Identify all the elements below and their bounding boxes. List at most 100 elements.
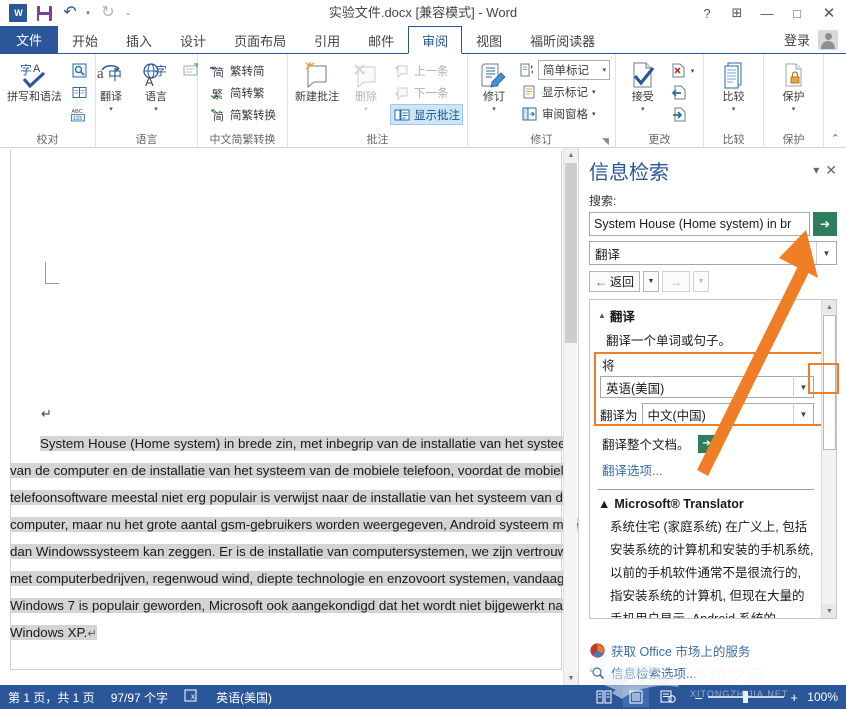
markup-display-combo[interactable]: 简单标记 ▾ xyxy=(538,60,610,80)
microsoft-translator-header[interactable]: ▲ Microsoft® Translator xyxy=(598,497,814,511)
translation-section-header[interactable]: ▲ 翻译 xyxy=(598,306,814,325)
maximize-button[interactable]: □ xyxy=(782,0,812,26)
search-input[interactable]: System House (Home system) in br xyxy=(589,212,810,236)
customize-qat-icon[interactable]: ⌄ xyxy=(122,2,136,24)
chevron-down-icon[interactable]: ▼ xyxy=(793,376,813,398)
back-button[interactable]: ← 返回 xyxy=(589,271,640,292)
to-language-select[interactable]: 中文(中国) ▼ xyxy=(642,403,814,425)
zoom-slider[interactable] xyxy=(708,690,784,704)
tab-view[interactable]: 视图 xyxy=(462,26,516,53)
next-comment-button[interactable]: 下一条 xyxy=(390,82,463,103)
chevron-down-icon[interactable]: ▼ xyxy=(816,242,836,264)
zoom-in-button[interactable]: + xyxy=(790,691,798,704)
previous-change-button[interactable] xyxy=(667,82,698,103)
forward-history-dropdown-icon[interactable]: ▼ xyxy=(693,271,709,292)
tab-foxit-reader[interactable]: 福昕阅读器 xyxy=(516,26,609,53)
track-changes-button[interactable]: 修订 ▾ xyxy=(473,59,515,118)
language-button[interactable]: A 字 语言 ▾ xyxy=(135,59,177,118)
simp-trad-convert-button[interactable]: 简 简繁转换 xyxy=(206,104,279,125)
help-button[interactable]: ? xyxy=(692,0,722,26)
tab-design[interactable]: 设计 xyxy=(166,26,220,53)
show-markup-dropdown-icon[interactable]: ▾ xyxy=(592,88,596,96)
word-count-button[interactable]: ABC 123 xyxy=(68,104,91,125)
tracking-dialog-launcher[interactable]: ◥ xyxy=(602,136,613,147)
language-indicator[interactable]: 英语(美国) xyxy=(216,689,272,706)
results-scroll-down-icon[interactable]: ▼ xyxy=(822,604,837,618)
task-pane-options-button[interactable]: ▾ xyxy=(813,163,819,177)
tab-page-layout[interactable]: 页面布局 xyxy=(220,26,300,53)
zoom-level-label[interactable]: 100% xyxy=(804,690,838,704)
track-changes-dropdown-icon[interactable]: ▾ xyxy=(492,103,496,116)
minimize-button[interactable]: — xyxy=(752,0,782,26)
ribbon-display-options-button[interactable]: ⊞ xyxy=(722,0,752,26)
show-markup-button[interactable]: 显示标记 ▾ xyxy=(518,81,610,102)
collapse-ribbon-button[interactable]: ⌃ xyxy=(831,132,840,145)
page-indicator[interactable]: 第 1 页，共 1 页 xyxy=(8,689,95,706)
collapse-triangle-icon[interactable]: ▲ xyxy=(598,311,606,320)
language-dropdown-icon[interactable]: ▾ xyxy=(154,103,158,116)
tab-insert[interactable]: 插入 xyxy=(112,26,166,53)
word-count-indicator[interactable]: 97/97 个字 xyxy=(111,689,168,706)
tab-references[interactable]: 引用 xyxy=(300,26,354,53)
traditional-to-simplified-button[interactable]: 简 繁转简 xyxy=(206,60,279,81)
scroll-down-icon[interactable]: ▼ xyxy=(564,671,578,685)
translation-options-link[interactable]: 翻译选项... xyxy=(602,460,662,479)
tab-mailings[interactable]: 邮件 xyxy=(354,26,408,53)
reviewing-pane-dropdown-icon[interactable]: ▾ xyxy=(592,110,596,118)
scroll-thumb[interactable] xyxy=(565,163,577,343)
collapse-triangle-icon[interactable]: ▲ xyxy=(598,497,610,511)
reject-button[interactable]: ▾ xyxy=(667,60,698,81)
save-icon[interactable] xyxy=(32,2,56,24)
start-search-button[interactable]: ➔ xyxy=(813,212,837,236)
proofing-status-icon[interactable]: x xyxy=(184,689,200,705)
delete-comment-dropdown-icon[interactable]: ▾ xyxy=(364,103,368,116)
research-button[interactable] xyxy=(68,60,91,81)
results-scroll-up-icon[interactable]: ▲ xyxy=(822,300,837,314)
tab-home[interactable]: 开始 xyxy=(58,26,112,53)
avatar[interactable] xyxy=(818,30,838,50)
office-market-row[interactable]: 获取 Office 市场上的服务 xyxy=(589,639,837,661)
protect-dropdown-icon[interactable]: ▾ xyxy=(792,103,796,116)
read-mode-button[interactable] xyxy=(591,687,617,707)
accept-button[interactable]: 接受 ▾ xyxy=(622,59,664,118)
web-layout-button[interactable] xyxy=(655,687,681,707)
new-comment-button[interactable]: 新建批注 xyxy=(292,59,342,106)
reviewing-pane-button[interactable]: 审阅窗格 ▾ xyxy=(518,103,610,124)
reject-dropdown-icon[interactable]: ▾ xyxy=(691,67,695,75)
search-scope-combo[interactable]: 翻译 ▼ xyxy=(589,241,837,265)
document-vertical-scrollbar[interactable]: ▲ ▼ xyxy=(563,148,577,685)
task-pane-close-button[interactable]: ✕ xyxy=(825,162,837,179)
show-comments-button[interactable]: 显示批注 xyxy=(390,104,463,125)
protect-button[interactable]: 保护 ▾ xyxy=(773,59,815,118)
forward-button[interactable]: → xyxy=(662,271,690,292)
scroll-up-icon[interactable]: ▲ xyxy=(564,148,578,162)
tab-review[interactable]: 审阅 xyxy=(408,26,462,54)
delete-comment-button[interactable]: 删除 ▾ xyxy=(345,59,387,118)
from-language-select[interactable]: 英语(美国) ▼ xyxy=(600,376,814,398)
compare-dropdown-icon[interactable]: ▾ xyxy=(732,103,736,116)
previous-comment-button[interactable]: 上一条 xyxy=(390,60,463,81)
undo-dropdown-icon[interactable]: ▾ xyxy=(84,2,94,24)
undo-icon[interactable]: ↶ xyxy=(58,2,82,24)
simplified-to-traditional-button[interactable]: 繁 简转繁 xyxy=(206,82,279,103)
thesaurus-button[interactable] xyxy=(68,82,91,103)
spelling-grammar-button[interactable]: 字 A 拼写和语法 xyxy=(4,59,65,106)
results-scroll-thumb[interactable] xyxy=(823,315,836,450)
next-change-button[interactable] xyxy=(667,104,698,125)
translate-dropdown-icon[interactable]: ▾ xyxy=(109,103,113,116)
results-vertical-scrollbar[interactable]: ▲ ▼ xyxy=(821,300,836,618)
translate-document-button[interactable]: ➔ xyxy=(698,435,716,453)
research-options-row[interactable]: £ 信息检索选项... xyxy=(589,661,837,683)
accept-dropdown-icon[interactable]: ▾ xyxy=(641,103,645,116)
zoom-out-button[interactable]: – xyxy=(695,691,702,704)
tab-file[interactable]: 文件 xyxy=(0,26,58,53)
redo-icon[interactable]: ↻ xyxy=(96,2,120,24)
translate-button[interactable]: a 中 翻译 ▾ xyxy=(90,59,132,118)
chevron-down-icon[interactable]: ▼ xyxy=(793,403,813,425)
document-text-body[interactable]: System House (Home system) in brede zin,… xyxy=(10,430,562,648)
compare-button[interactable]: 比较 ▾ xyxy=(713,59,755,118)
back-history-dropdown-icon[interactable]: ▼ xyxy=(643,271,659,292)
sign-in-button[interactable]: 登录 xyxy=(784,30,810,49)
close-button[interactable]: ✕ xyxy=(812,0,846,26)
print-layout-button[interactable] xyxy=(623,687,649,707)
